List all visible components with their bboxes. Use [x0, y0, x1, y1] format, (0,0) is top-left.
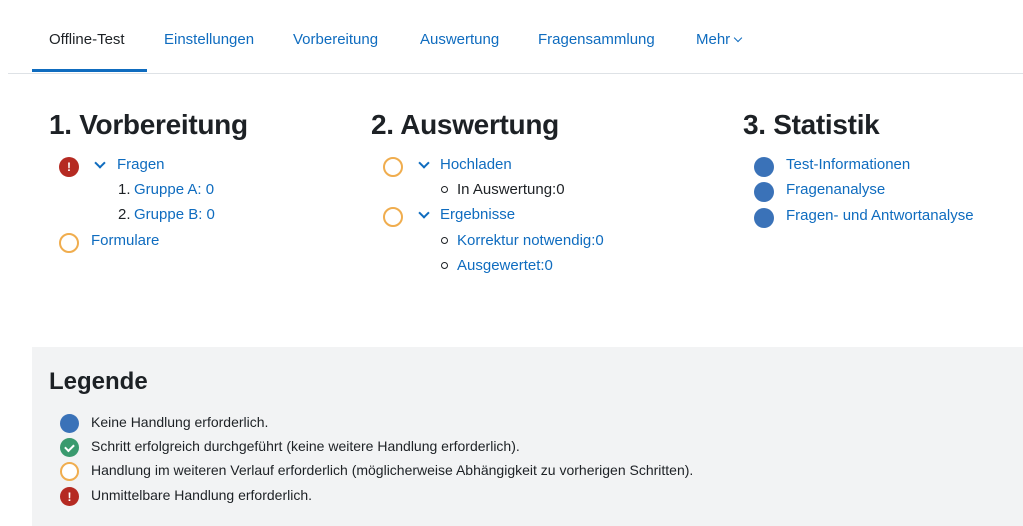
legend-item-text: Schritt erfolgreich durchgeführt (keine …	[91, 438, 520, 454]
red-exclamation-icon: !	[59, 157, 79, 177]
fragenanalyse-link[interactable]: Fragenanalyse	[786, 181, 885, 199]
tab-einstellungen[interactable]: Einstellungen	[164, 31, 254, 49]
fragen-link[interactable]: Fragen	[117, 156, 165, 174]
legend-title: Legende	[49, 368, 148, 395]
section-title-vorbereitung: 1. Vorbereitung	[49, 109, 248, 140]
blue-circle-icon	[754, 182, 774, 202]
in-auswertung-count: In Auswertung:0	[457, 181, 565, 198]
chevron-down-icon	[733, 33, 743, 43]
legend-item-text: Keine Handlung erforderlich.	[91, 414, 269, 430]
blue-circle-icon	[60, 414, 79, 433]
korrektur-notwendig-link[interactable]: Korrektur notwendig:0	[457, 232, 604, 250]
chevron-down-icon[interactable]	[94, 157, 106, 169]
ausgewertet-link[interactable]: Ausgewertet:0	[457, 257, 553, 275]
orange-ring-icon	[383, 207, 403, 227]
chevron-down-icon[interactable]	[418, 207, 430, 219]
orange-ring-icon	[59, 233, 79, 253]
ergebnisse-link[interactable]: Ergebnisse	[440, 206, 515, 224]
red-exclamation-icon: !	[60, 487, 79, 506]
tab-vorbereitung[interactable]: Vorbereitung	[293, 31, 378, 49]
list-bullet	[441, 186, 448, 193]
tab-mehr[interactable]: Mehr	[696, 31, 743, 49]
blue-circle-icon	[754, 157, 774, 177]
legend-item-text: Unmittelbare Handlung erforderlich.	[91, 487, 312, 503]
tab-auswertung[interactable]: Auswertung	[420, 31, 499, 49]
fragen-und-antwortanalyse-link[interactable]: Fragen- und Antwortanalyse	[786, 207, 974, 225]
secondary-navigation: Offline-Test Einstellungen Vorbereitung …	[8, 0, 1023, 74]
group-number: 1.	[118, 181, 131, 198]
green-check-icon	[60, 438, 79, 457]
tab-offline-test[interactable]: Offline-Test	[49, 31, 125, 49]
list-bullet	[441, 262, 448, 269]
tab-fragensammlung[interactable]: Fragensammlung	[538, 31, 655, 49]
test-informationen-link[interactable]: Test-Informationen	[786, 156, 910, 174]
list-bullet	[441, 237, 448, 244]
legend-panel: Legende Keine Handlung erforderlich. Sch…	[32, 347, 1023, 526]
orange-ring-icon	[60, 462, 79, 481]
orange-ring-icon	[383, 157, 403, 177]
gruppe-b-link[interactable]: Gruppe B: 0	[134, 206, 215, 224]
section-title-auswertung: 2. Auswertung	[371, 109, 559, 140]
section-title-statistik: 3. Statistik	[743, 109, 880, 140]
formulare-link[interactable]: Formulare	[91, 232, 159, 250]
blue-circle-icon	[754, 208, 774, 228]
legend-item-text: Handlung im weiteren Verlauf erforderlic…	[91, 462, 694, 478]
group-number: 2.	[118, 206, 131, 223]
chevron-down-icon[interactable]	[418, 157, 430, 169]
active-tab-indicator	[32, 69, 147, 72]
tab-mehr-label: Mehr	[696, 31, 731, 48]
gruppe-a-link[interactable]: Gruppe A: 0	[134, 181, 214, 199]
hochladen-link[interactable]: Hochladen	[440, 156, 512, 174]
